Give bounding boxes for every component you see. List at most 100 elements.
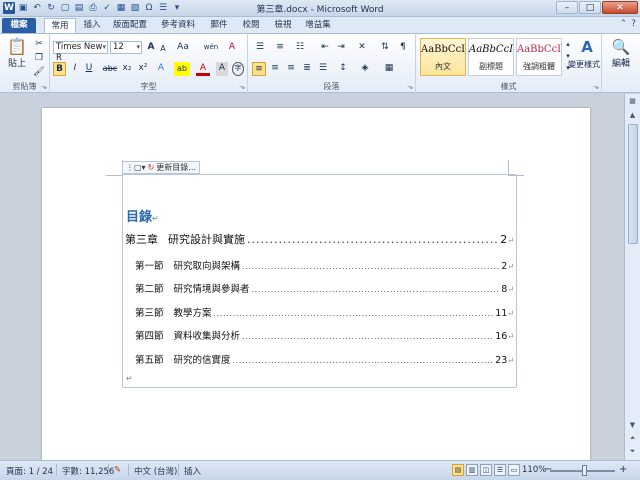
bold-button[interactable]: B bbox=[53, 62, 66, 76]
cut-icon[interactable]: ✂ bbox=[33, 38, 45, 52]
page-count[interactable]: 頁面: 1 / 24 bbox=[6, 465, 53, 477]
tab-home[interactable]: 常用 bbox=[44, 18, 76, 33]
toc-entry[interactable]: 第三章 研究設計與實施 ............................… bbox=[125, 231, 514, 247]
insert-mode-indicator[interactable]: 插入 bbox=[184, 465, 201, 477]
toc-entry[interactable]: 第二節 研究情境與參與者 ...........................… bbox=[135, 281, 514, 295]
tab-references[interactable]: 參考資料 bbox=[158, 18, 198, 33]
title-bar: W ▣ ↶ ↻ ▢ ▤ ⎙ ✓ ▦ ▧ Ω ☰ ▾ 第三章.docx - Mic… bbox=[0, 0, 640, 17]
shrink-font-button[interactable]: A bbox=[158, 42, 168, 56]
style-strong[interactable]: AaBbCcI 強調粗體 bbox=[516, 38, 562, 76]
previous-page-icon[interactable]: ⏶ bbox=[627, 433, 638, 444]
style-normal[interactable]: AaBbCcI 內文 bbox=[420, 38, 466, 76]
copy-icon[interactable]: ❐ bbox=[33, 52, 45, 66]
align-center-icon[interactable]: ≡ bbox=[268, 62, 282, 76]
zoom-in-icon[interactable]: + bbox=[619, 464, 627, 475]
maximize-button[interactable]: □ bbox=[579, 1, 601, 14]
toc-entry[interactable]: 第四節 資料收集與分析 ............................… bbox=[135, 328, 514, 342]
word-count[interactable]: 字數: 11,256 bbox=[62, 465, 114, 477]
toc-entry-page: 2 bbox=[500, 233, 508, 246]
distributed-icon[interactable]: ☰ bbox=[316, 62, 330, 76]
next-page-icon[interactable]: ⏷ bbox=[627, 446, 638, 457]
minimize-ribbon-icon[interactable]: ⌃ bbox=[620, 19, 628, 29]
zoom-level[interactable]: 110% bbox=[522, 465, 546, 475]
minimize-button[interactable]: – bbox=[556, 1, 578, 14]
line-spacing-icon[interactable]: ↕ bbox=[334, 62, 352, 76]
tab-review[interactable]: 校閱 bbox=[238, 18, 264, 33]
sort-icon[interactable]: ⇅ bbox=[378, 41, 392, 55]
font-family-select[interactable]: Times New R ▾ bbox=[53, 41, 108, 63]
italic-button[interactable]: I bbox=[69, 62, 81, 76]
vertical-scrollbar[interactable]: ▦ ▲ ▼ ⏶ ⏷ bbox=[624, 94, 640, 460]
asian-layout-icon[interactable]: ✕ bbox=[354, 41, 370, 55]
bullets-icon[interactable]: ☰ bbox=[252, 41, 268, 55]
multilevel-list-icon[interactable]: ☷ bbox=[292, 41, 308, 55]
draft-view-icon[interactable]: ▭ bbox=[508, 464, 520, 476]
numbering-icon[interactable]: ≡ bbox=[272, 41, 288, 55]
tab-file[interactable]: 檔案 bbox=[2, 18, 36, 33]
scroll-down-icon[interactable]: ▼ bbox=[627, 420, 638, 431]
tab-addins[interactable]: 增益集 bbox=[302, 18, 334, 33]
tab-mailings[interactable]: 郵件 bbox=[206, 18, 232, 33]
change-case-button[interactable]: Aa bbox=[174, 41, 192, 55]
font-launcher-icon[interactable]: ⬎ bbox=[239, 83, 245, 91]
paragraph-group-label: 段落 bbox=[323, 82, 340, 91]
enclose-characters-button[interactable]: 字 bbox=[232, 62, 244, 76]
borders-icon[interactable]: ▦ bbox=[380, 62, 398, 76]
proofing-icon[interactable]: ✎ bbox=[114, 465, 121, 475]
outline-view-icon[interactable]: ☰ bbox=[494, 464, 506, 476]
paste-button[interactable]: 貼上 bbox=[4, 58, 30, 72]
superscript-button[interactable]: x² bbox=[136, 62, 150, 76]
close-button[interactable]: ✕ bbox=[602, 1, 638, 14]
character-shading-button[interactable]: A bbox=[216, 62, 228, 76]
chevron-down-icon: ▾ bbox=[136, 43, 140, 51]
scroll-up-icon[interactable]: ▲ bbox=[627, 110, 638, 121]
toc-entry[interactable]: 第三節 教學方案 ...............................… bbox=[135, 305, 514, 319]
format-painter-icon[interactable]: 🖌 bbox=[33, 66, 45, 80]
web-layout-icon[interactable]: ◫ bbox=[480, 464, 492, 476]
help-icon[interactable]: ? bbox=[631, 19, 636, 29]
paragraph-mark-icon: ↵ bbox=[507, 285, 514, 294]
grow-font-button[interactable]: A bbox=[145, 41, 157, 55]
shading-icon[interactable]: ◈ bbox=[356, 62, 374, 76]
zoom-slider-thumb[interactable] bbox=[582, 465, 587, 476]
paragraph-mark-icon: ↵ bbox=[507, 332, 514, 341]
change-styles-button[interactable]: 變更樣式 bbox=[566, 58, 602, 72]
change-styles-icon[interactable]: A bbox=[574, 37, 600, 57]
divider bbox=[128, 464, 129, 476]
justify-icon[interactable]: ≣ bbox=[300, 62, 314, 76]
tab-page-layout[interactable]: 版面配置 bbox=[110, 18, 150, 33]
highlight-button[interactable]: ab bbox=[174, 62, 190, 76]
print-layout-view-icon[interactable]: ▤ bbox=[452, 464, 464, 476]
tab-insert[interactable]: 插入 bbox=[78, 18, 106, 33]
find-icon[interactable]: 🔍 bbox=[610, 37, 632, 57]
language-indicator[interactable]: 中文 (台灣) bbox=[134, 465, 177, 477]
update-toc-icon[interactable]: ↻ bbox=[148, 163, 155, 172]
increase-indent-icon[interactable]: ⇥ bbox=[334, 41, 348, 55]
font-color-button[interactable]: A bbox=[196, 62, 210, 76]
scrollbar-thumb[interactable] bbox=[628, 124, 638, 244]
toc-entry[interactable]: 第一節 研究取向與架構 ............................… bbox=[135, 258, 514, 272]
paragraph-launcher-icon[interactable]: ⬎ bbox=[407, 83, 413, 91]
font-size-select[interactable]: 12 ▾ bbox=[110, 41, 142, 54]
underline-button[interactable]: U bbox=[83, 62, 95, 76]
show-marks-icon[interactable]: ¶ bbox=[396, 41, 410, 55]
style-subtitle[interactable]: AaBbCcI 副標題 bbox=[468, 38, 514, 76]
decrease-indent-icon[interactable]: ⇤ bbox=[318, 41, 332, 55]
styles-launcher-icon[interactable]: ⬎ bbox=[593, 83, 599, 91]
toc-menu-icon[interactable]: ⋮▢▾ bbox=[126, 163, 146, 172]
paste-icon[interactable]: 📋 bbox=[6, 37, 28, 57]
subscript-button[interactable]: x₂ bbox=[120, 62, 134, 76]
text-effects-button[interactable]: A bbox=[154, 62, 168, 76]
tab-view[interactable]: 檢視 bbox=[270, 18, 296, 33]
editing-button[interactable]: 編輯 bbox=[606, 58, 636, 72]
align-right-icon[interactable]: ≡ bbox=[284, 62, 298, 76]
phonetic-guide-button[interactable]: wén bbox=[200, 41, 222, 55]
ruler-toggle-icon[interactable]: ▦ bbox=[627, 96, 638, 107]
align-left-icon[interactable]: ≡ bbox=[252, 62, 266, 76]
clipboard-launcher-icon[interactable]: ⬎ bbox=[41, 83, 47, 91]
strikethrough-button[interactable]: abc bbox=[102, 62, 118, 76]
toc-entry[interactable]: 第五節 研究的信實度 .............................… bbox=[135, 352, 514, 366]
update-toc-button[interactable]: 更新目錄... bbox=[156, 162, 196, 173]
full-screen-reading-icon[interactable]: ▥ bbox=[466, 464, 478, 476]
clear-format-button[interactable]: A bbox=[226, 41, 238, 55]
